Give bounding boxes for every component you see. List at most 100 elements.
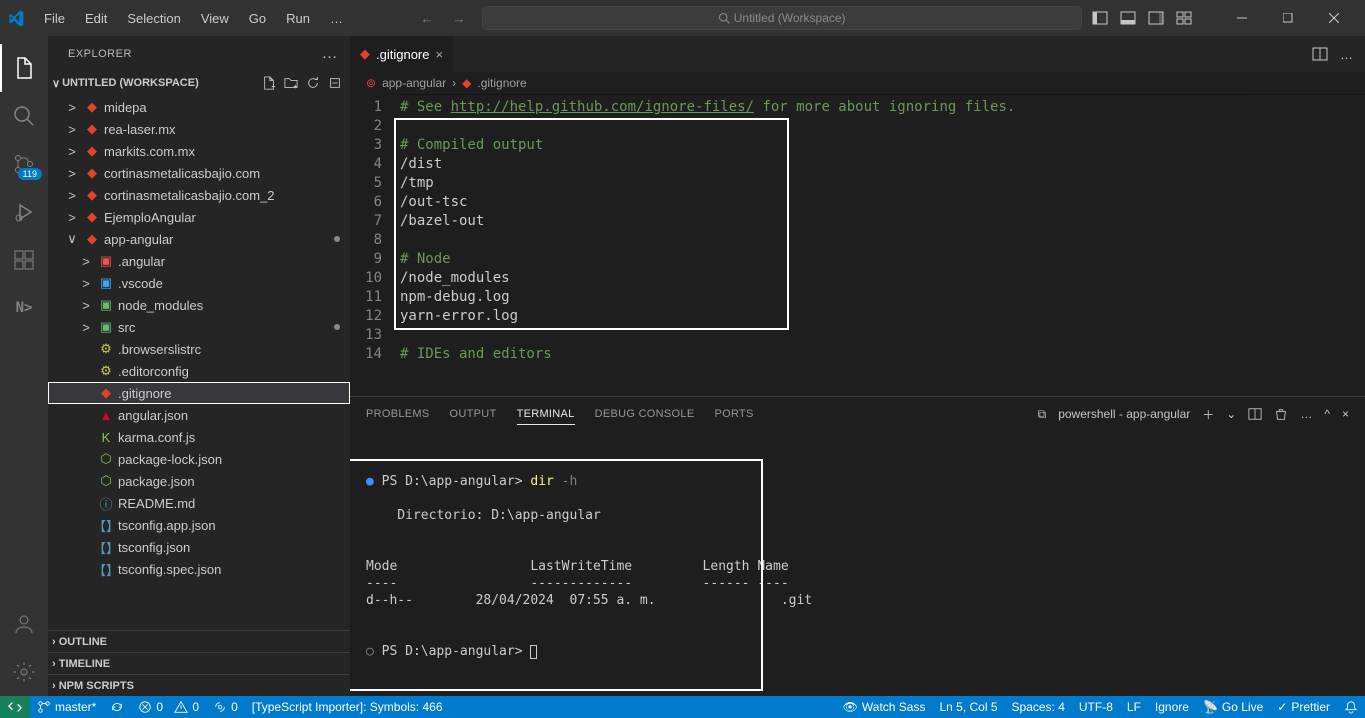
nav-forward-icon[interactable]: → <box>447 6 471 30</box>
terminal-dropdown-icon[interactable]: ⌄ <box>1226 407 1236 421</box>
menu-run[interactable]: Run <box>278 7 318 30</box>
tree-item[interactable]: ◆.gitignore <box>48 382 350 404</box>
layout-sidebar-right-icon[interactable] <box>1148 10 1164 26</box>
status-language[interactable]: Ignore <box>1148 696 1196 718</box>
titlebar: File Edit Selection View Go Run … ← → Un… <box>0 0 1365 36</box>
panel-tab-terminal[interactable]: TERMINAL <box>517 404 575 425</box>
tree-item[interactable]: ⚙.browserslistrc <box>48 338 350 360</box>
tree-item[interactable]: 【】tsconfig.spec.json <box>48 558 350 580</box>
split-editor-icon[interactable] <box>1312 46 1328 62</box>
tree-item[interactable]: >▣node_modules <box>48 294 350 316</box>
window-close-icon[interactable] <box>1311 0 1357 36</box>
menu-go[interactable]: Go <box>241 7 274 30</box>
tree-item[interactable]: >▣src <box>48 316 350 338</box>
status-prettier[interactable]: ✓ Prettier <box>1270 696 1337 718</box>
tree-item[interactable]: ⬡package.json <box>48 470 350 492</box>
collapse-all-icon[interactable] <box>328 76 342 90</box>
refresh-icon[interactable] <box>306 76 320 90</box>
tree-item[interactable]: >▣.angular <box>48 250 350 272</box>
tree-item[interactable]: >◆markits.com.mx <box>48 140 350 162</box>
status-go-live[interactable]: 📡 Go Live <box>1196 696 1270 718</box>
editor-body[interactable]: 1234567891011121314 # See http://help.gi… <box>350 94 1365 396</box>
status-bell-icon[interactable] <box>1337 696 1365 718</box>
activity-settings-icon[interactable] <box>0 648 48 696</box>
status-bar: master* 0 0 0 [TypeScript Importer]: Sym… <box>0 696 1365 718</box>
tree-item[interactable]: 【】tsconfig.json <box>48 536 350 558</box>
new-terminal-icon[interactable]: ＋ <box>1202 406 1214 423</box>
status-sync[interactable] <box>103 696 131 718</box>
split-terminal-icon[interactable] <box>1248 407 1262 421</box>
panel-tab-output[interactable]: OUTPUT <box>450 404 497 424</box>
command-center[interactable]: Untitled (Workspace) <box>482 6 1082 30</box>
menu-file[interactable]: File <box>36 7 73 30</box>
command-center-text: Untitled (Workspace) <box>734 11 846 25</box>
layout-panel-icon[interactable] <box>1120 10 1136 26</box>
tree-item[interactable]: >▣.vscode <box>48 272 350 294</box>
status-cursor[interactable]: Ln 5, Col 5 <box>932 696 1004 718</box>
terminal[interactable]: ● PS D:\app-angular> dir -h Directorio: … <box>350 431 1365 696</box>
editor-more-icon[interactable]: … <box>1340 47 1353 62</box>
new-file-icon[interactable] <box>262 76 276 90</box>
terminal-profile[interactable]: powershell - app-angular <box>1058 407 1190 421</box>
activity-source-control[interactable]: 119 <box>0 140 48 188</box>
customize-layout-icon[interactable] <box>1176 10 1192 26</box>
layout-sidebar-left-icon[interactable] <box>1092 10 1108 26</box>
panel-tab-ports[interactable]: PORTS <box>714 404 753 424</box>
tree-item[interactable]: >◆EjemploAngular <box>48 206 350 228</box>
tree-item[interactable]: ⬡package-lock.json <box>48 448 350 470</box>
menu-selection[interactable]: Selection <box>119 7 188 30</box>
status-watch-sass[interactable]: 👁 Watch Sass <box>836 696 933 718</box>
close-icon[interactable]: × <box>435 47 443 62</box>
nav-back-icon[interactable]: ← <box>415 6 439 30</box>
activity-explorer[interactable] <box>0 44 48 92</box>
remote-indicator[interactable] <box>0 696 30 718</box>
section-outline[interactable]: › OUTLINE <box>48 630 350 652</box>
new-folder-icon[interactable] <box>284 76 298 90</box>
vscode-logo-icon <box>8 10 24 26</box>
tree-item[interactable]: >◆rea-laser.mx <box>48 118 350 140</box>
menu-more[interactable]: … <box>322 7 351 30</box>
status-port[interactable]: 0 <box>206 696 245 718</box>
terminal-launch-icon[interactable]: ⧉ <box>1038 407 1047 422</box>
breadcrumbs[interactable]: ⊚ app-angular › ◆ .gitignore <box>350 72 1365 94</box>
activity-debug[interactable] <box>0 188 48 236</box>
status-encoding[interactable]: UTF-8 <box>1072 696 1120 718</box>
tree-item[interactable]: ⓘREADME.md <box>48 492 350 514</box>
activity-search[interactable] <box>0 92 48 140</box>
tab-gitignore[interactable]: ◆ .gitignore × <box>350 36 454 72</box>
activity-nx[interactable]: N> <box>0 284 48 332</box>
tree-item[interactable]: >◆midepa <box>48 96 350 118</box>
tree-item[interactable]: 【】tsconfig.app.json <box>48 514 350 536</box>
activity-extensions[interactable] <box>0 236 48 284</box>
tree-item[interactable]: Kkarma.conf.js <box>48 426 350 448</box>
tree-item[interactable]: ▲angular.json <box>48 404 350 426</box>
status-branch[interactable]: master* <box>30 696 103 718</box>
git-icon: ◆ <box>360 46 370 62</box>
tree-item[interactable]: >◆cortinasmetalicasbajio.com <box>48 162 350 184</box>
close-panel-icon[interactable]: × <box>1342 407 1349 421</box>
section-npm-scripts[interactable]: › NPM SCRIPTS <box>48 674 350 696</box>
tree-item[interactable]: ⚙.editorconfig <box>48 360 350 382</box>
tree-item[interactable]: ∨◆app-angular <box>48 228 350 250</box>
menu-edit[interactable]: Edit <box>77 7 115 30</box>
menu-view[interactable]: View <box>193 7 237 30</box>
status-eol[interactable]: LF <box>1120 696 1148 718</box>
editor-tabs: ◆ .gitignore × … <box>350 36 1365 72</box>
status-ts-importer[interactable]: [TypeScript Importer]: Symbols: 466 <box>245 696 450 718</box>
status-spaces[interactable]: Spaces: 4 <box>1005 696 1072 718</box>
section-timeline[interactable]: › TIMELINE <box>48 652 350 674</box>
panel-tab-problems[interactable]: PROBLEMS <box>366 404 430 424</box>
workspace-header[interactable]: ∨ UNTITLED (WORKSPACE) <box>48 72 350 94</box>
kill-terminal-icon[interactable] <box>1274 407 1288 421</box>
explorer-sidebar: EXPLORER … ∨ UNTITLED (WORKSPACE) >◆mide… <box>48 36 350 696</box>
tree-item[interactable]: >◆cortinasmetalicasbajio.com_2 <box>48 184 350 206</box>
minimap[interactable] <box>1245 94 1365 396</box>
status-problems[interactable]: 0 0 <box>131 696 206 718</box>
maximize-panel-icon[interactable]: ^ <box>1324 407 1330 421</box>
activity-account-icon[interactable] <box>0 600 48 648</box>
window-minimize-icon[interactable] <box>1219 0 1265 36</box>
panel-more-icon[interactable]: … <box>1300 407 1312 421</box>
window-maximize-icon[interactable] <box>1265 0 1311 36</box>
explorer-more-icon[interactable]: … <box>322 45 339 63</box>
panel-tab-debug[interactable]: DEBUG CONSOLE <box>595 404 695 424</box>
